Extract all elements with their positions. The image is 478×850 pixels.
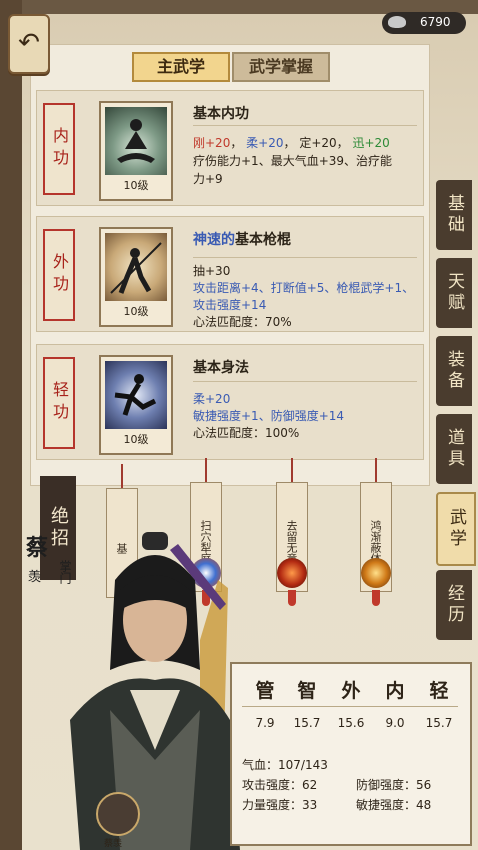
leaping-figure-icon: [105, 361, 167, 429]
attr-header: 外: [341, 680, 361, 702]
skill-match-line: 心法匹配度：70%: [193, 315, 292, 329]
stat-power: 力量强度：33: [242, 798, 318, 812]
divider: [193, 125, 417, 126]
menu-items[interactable]: 道具: [436, 414, 472, 484]
skill-name: 神速的基本枪棍: [193, 229, 291, 249]
avatar[interactable]: [96, 792, 140, 836]
stat-gang: 刚+20: [193, 136, 231, 150]
divider: [242, 706, 458, 707]
hang-string: [375, 458, 377, 482]
spear-fighter-icon: [105, 233, 167, 301]
tab-martial-mastery[interactable]: 武学掌握: [232, 52, 330, 82]
skill-stat-line: 刚+20， 柔+20， 定+20， 迅+20: [193, 136, 390, 150]
skill-name: 基本内功: [193, 106, 249, 122]
stat-xun: 迅+20: [352, 136, 390, 150]
silver-ingot-icon: [388, 16, 406, 28]
tab-main-martial[interactable]: 主武学: [132, 52, 230, 82]
skill-effect-line: 攻击强度+14: [193, 298, 267, 312]
attr-header: 管: [255, 680, 275, 702]
divider: [193, 257, 417, 258]
menu-basics[interactable]: 基础: [436, 180, 472, 250]
stat-rou: 柔+20: [246, 136, 284, 150]
attr-header: 智: [297, 680, 317, 702]
character-portrait: [70, 532, 240, 850]
back-button[interactable]: ↶: [8, 14, 50, 74]
menu-martial-arts[interactable]: 武学: [436, 492, 476, 566]
skill-effect-line: 力+9: [193, 172, 223, 186]
effect-interrupt: 打断值+5、: [270, 281, 337, 295]
attr-value: 15.7: [425, 716, 453, 730]
stat-ding: 定+20: [299, 136, 337, 150]
menu-history[interactable]: 经历: [436, 570, 472, 640]
skill-fire-icon: [277, 558, 307, 588]
menu-equipment[interactable]: 装备: [436, 336, 472, 406]
character-title: 掌门: [58, 560, 72, 584]
skill-thumbnail: 10级: [99, 227, 173, 327]
skill-thumbnail: 10级: [99, 101, 173, 201]
skill-stat-line: 柔+20: [193, 392, 231, 406]
left-frame: [0, 0, 22, 850]
effect-range: 攻击距离+4、: [193, 281, 271, 295]
skill-level: 10级: [123, 433, 149, 446]
currency-value: 6790: [420, 15, 451, 29]
skill-card-internal[interactable]: 内功 10级 基本内功 刚+20， 柔+20， 定+20， 迅+20 疗伤能力+…: [36, 90, 424, 206]
skill-prefix: 神速的: [193, 232, 235, 248]
tassel: [372, 590, 380, 606]
skill-match-line: 心法匹配度：100%: [193, 426, 300, 440]
attr-value: 9.0: [385, 716, 405, 730]
skill-sun-icon: [361, 558, 391, 588]
stat-attack: 攻击强度：62: [242, 778, 318, 792]
character-name: 蔡: [26, 536, 49, 561]
hang-string: [121, 464, 123, 488]
avatar-label: 蔡羡: [104, 839, 123, 849]
hang-string: [205, 458, 207, 482]
stats-panel: 管 智 外 内 轻 7.9 15.7 15.6 9.0 15.7 气血：107/…: [230, 662, 472, 846]
skill-effect-line: 疗伤能力+1、最大气血+39、治疗能: [193, 154, 393, 168]
effect-polearm: 枪棍武学+1、: [336, 281, 415, 295]
skill-level: 10级: [123, 305, 149, 318]
divider: [193, 381, 417, 382]
stat-hp: 气血：107/143: [242, 758, 328, 772]
tassel: [288, 590, 296, 606]
skill-card-lightness[interactable]: 轻功 10级 基本身法 柔+20 敏捷强度+1、防御强度+14 心法匹配度：10…: [36, 344, 424, 460]
character-subname: 羡: [28, 570, 42, 585]
back-arrow-icon: ↶: [18, 28, 40, 58]
attr-header: 内: [385, 680, 405, 702]
stat-agility: 敏捷强度：48: [356, 798, 432, 812]
attr-value: 15.7: [293, 716, 321, 730]
skill-effect-line: 攻击距离+4、打断值+5、枪棍武学+1、: [193, 280, 414, 297]
hanging-skill-4[interactable]: 鸿渐蔽体: [360, 458, 392, 606]
skill-category: 内功: [43, 103, 75, 195]
attr-header: 轻: [429, 680, 449, 702]
attr-value: 15.6: [337, 716, 365, 730]
hang-string: [291, 458, 293, 482]
effect-agility: 敏捷强度+1、: [193, 409, 271, 423]
skill-category: 轻功: [43, 357, 75, 449]
meditation-figure-icon: [105, 107, 167, 175]
skill-level: 10级: [123, 179, 149, 192]
effect-defense: 防御强度+14: [270, 409, 345, 423]
menu-talent[interactable]: 天赋: [436, 258, 472, 328]
skill-name-text: 基本枪棍: [235, 232, 291, 248]
skill-name: 基本身法: [193, 360, 249, 376]
skill-card-external[interactable]: 外功 10级 神速的基本枪棍 抽+30 攻击距离+4、打断值+5、枪棍武学+1、…: [36, 216, 424, 332]
hanging-skill-3[interactable]: 去留无意: [276, 458, 308, 606]
skill-stat-line: 抽+30: [193, 264, 231, 278]
stat-defense: 防御强度：56: [356, 778, 432, 792]
skill-thumbnail: 10级: [99, 355, 173, 455]
currency-display: 6790: [382, 12, 466, 34]
attr-value: 7.9: [255, 716, 275, 730]
skill-category: 外功: [43, 229, 75, 321]
skill-effect-line: 敏捷强度+1、防御强度+14: [193, 408, 344, 425]
